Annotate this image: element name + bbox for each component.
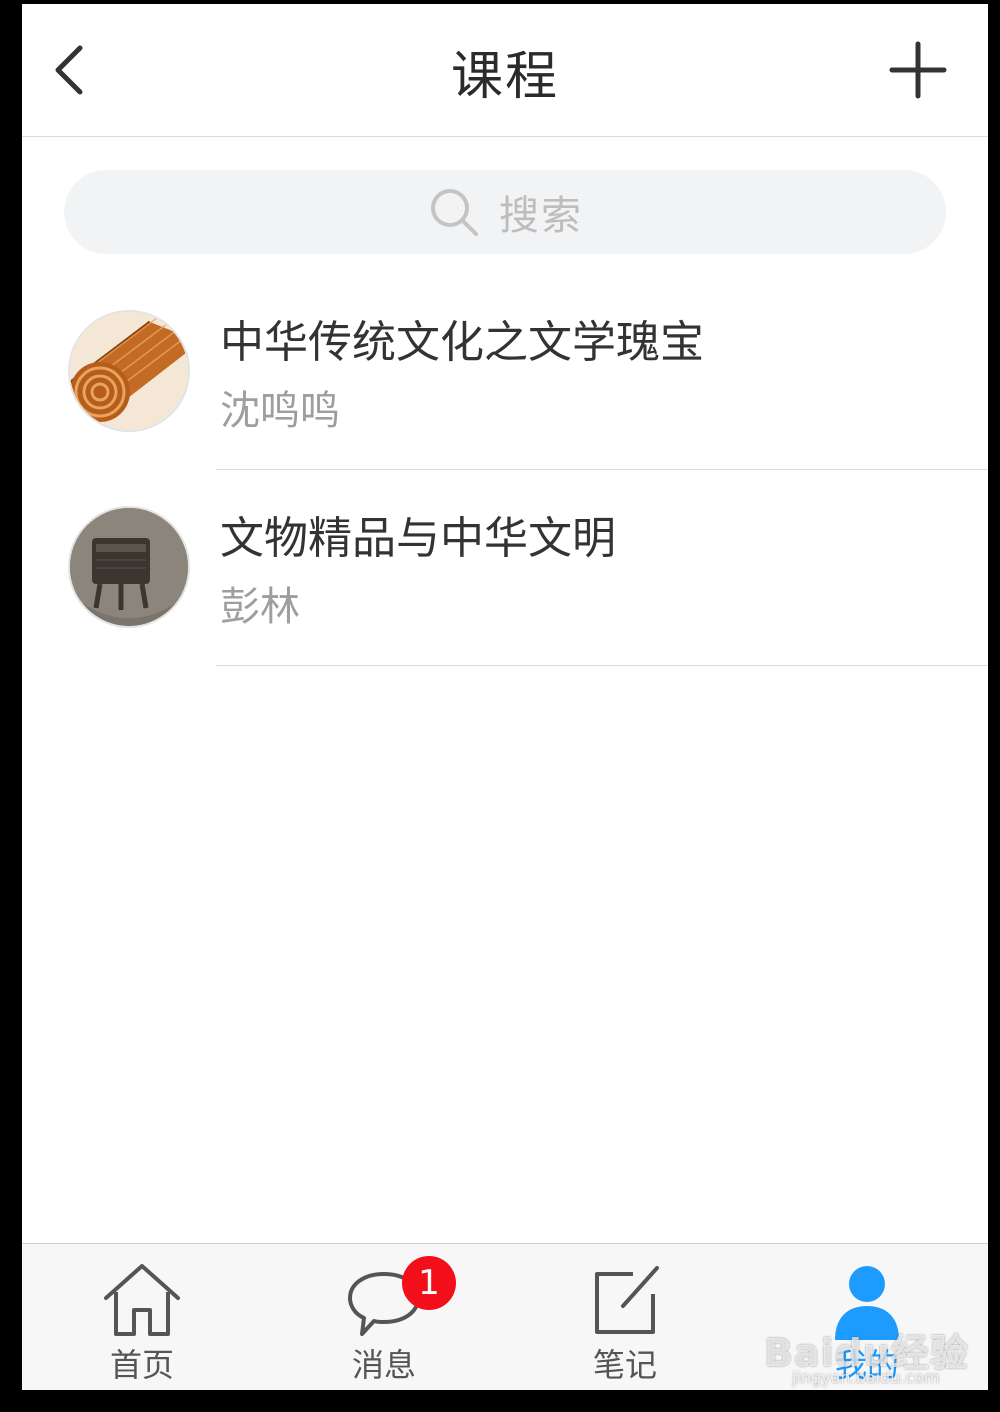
search-icon bbox=[431, 189, 478, 236]
navigation-bar: 课程 bbox=[22, 4, 988, 137]
course-title: 中华传统文化之文学瑰宝 bbox=[220, 317, 704, 368]
tab-home[interactable]: 首页 bbox=[42, 1244, 242, 1390]
course-list: 中华传统文化之文学瑰宝 沈鸣鸣 文物精品与中华文明 彭林 bbox=[22, 274, 988, 666]
tab-label: 首页 bbox=[109, 1346, 174, 1384]
home-icon bbox=[104, 1264, 180, 1336]
user-icon bbox=[835, 1266, 899, 1340]
course-title: 文物精品与中华文明 bbox=[220, 513, 616, 564]
tab-label: 我的 bbox=[834, 1346, 899, 1384]
tab-label: 消息 bbox=[351, 1346, 416, 1384]
app-screen: 课程 搜索 中华传统文化之文学瑰宝 沈鸣鸣 文物精品与中华文明 彭林 首页 1 … bbox=[22, 4, 988, 1390]
search-placeholder: 搜索 bbox=[499, 193, 583, 239]
divider bbox=[216, 665, 988, 666]
course-teacher: 沈鸣鸣 bbox=[220, 388, 340, 434]
tab-bar: 首页 1 消息 笔记 我的 bbox=[22, 1243, 988, 1390]
course-teacher: 彭林 bbox=[220, 584, 300, 630]
list-item[interactable]: 文物精品与中华文明 彭林 bbox=[22, 470, 988, 666]
page-title: 课程 bbox=[450, 47, 559, 107]
search-input[interactable]: 搜索 bbox=[64, 170, 946, 254]
course-cover-bronze-vessel-image bbox=[68, 506, 190, 628]
tab-mine[interactable]: 我的 bbox=[767, 1244, 967, 1390]
edit-note-icon bbox=[595, 1266, 659, 1334]
tab-messages[interactable]: 1 消息 bbox=[284, 1244, 484, 1390]
add-icon[interactable] bbox=[888, 40, 948, 100]
list-item[interactable]: 中华传统文化之文学瑰宝 沈鸣鸣 bbox=[22, 274, 988, 470]
unread-badge: 1 bbox=[402, 1256, 456, 1310]
tab-notes[interactable]: 笔记 bbox=[525, 1244, 725, 1390]
tab-label: 笔记 bbox=[592, 1346, 657, 1384]
course-cover-bamboo-scroll-image bbox=[68, 310, 190, 432]
